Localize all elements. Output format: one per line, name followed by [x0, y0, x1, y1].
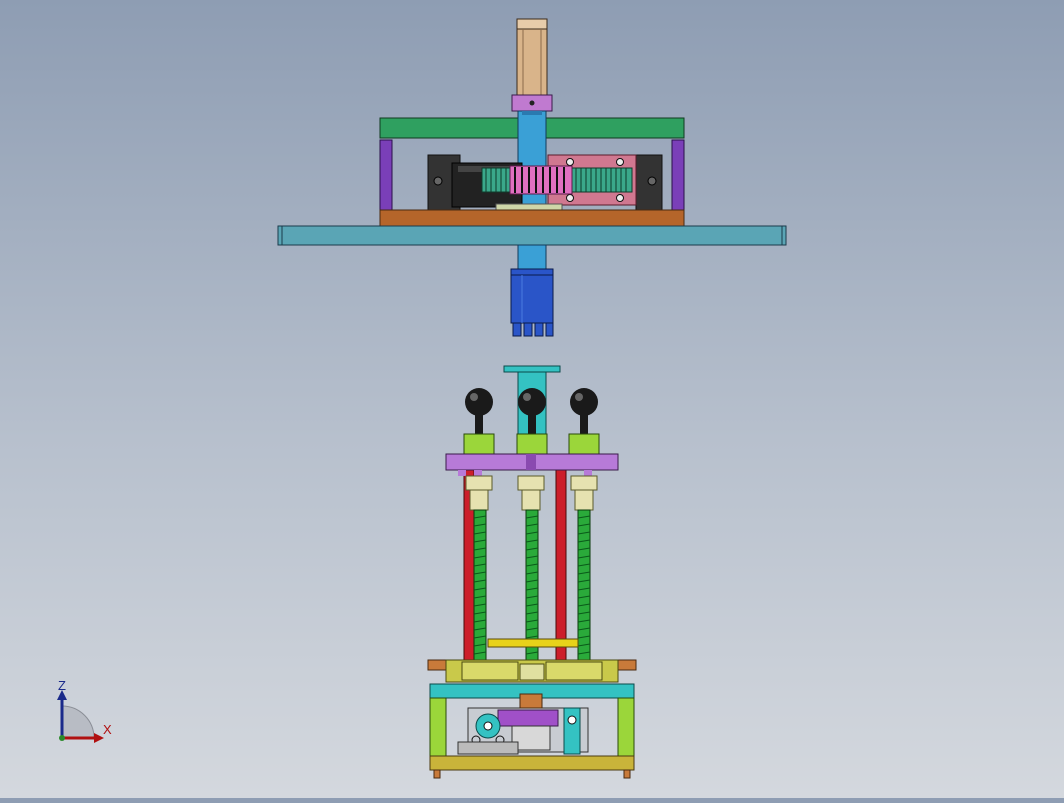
- green-collars: [463, 433, 600, 455]
- knob-left: [465, 388, 493, 434]
- olive-clamp-block: [427, 659, 637, 683]
- cad-viewport[interactable]: Z X: [0, 0, 1064, 798]
- screw-nuts: [465, 475, 598, 511]
- knob-right: [570, 388, 598, 434]
- coordinate-triad: [57, 690, 104, 743]
- cad-assembly-drawing: [57, 18, 787, 779]
- top-cylinder: [511, 18, 553, 112]
- top-teal-mounting-plate: [277, 225, 787, 246]
- blue-gripper: [510, 244, 554, 337]
- yellow-crosspin: [487, 638, 579, 648]
- x-axis-label: X: [103, 722, 112, 737]
- cam-mechanism: [457, 693, 589, 755]
- z-axis-label: Z: [58, 678, 66, 693]
- top-brown-base: [379, 209, 685, 227]
